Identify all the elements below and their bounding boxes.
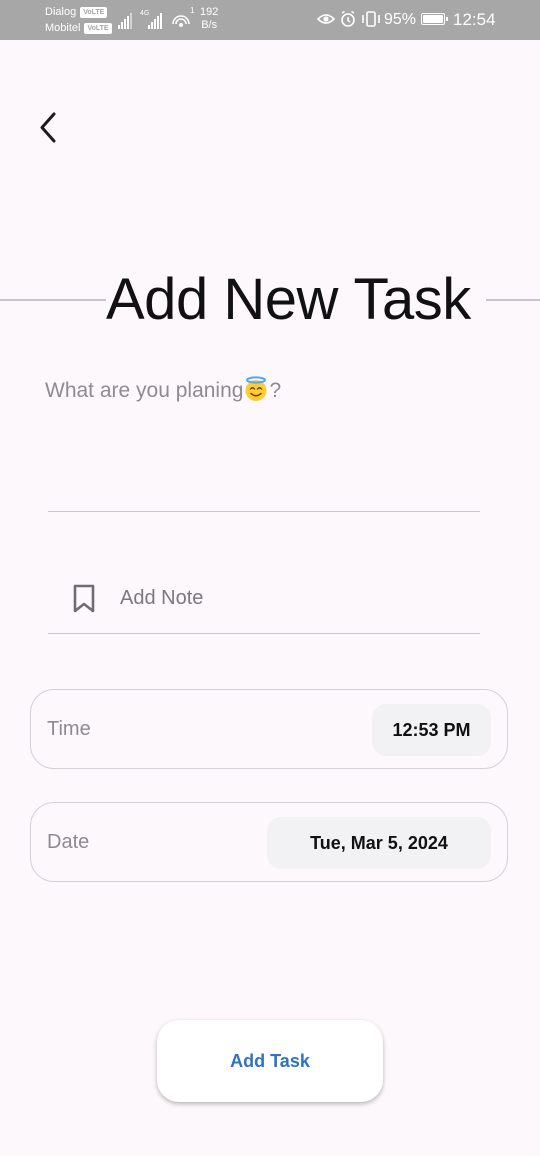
title-bold: Task <box>353 267 471 332</box>
battery-icon <box>421 13 448 25</box>
note-underline <box>48 633 480 634</box>
task-input-underline <box>48 511 480 512</box>
vibrate-icon <box>362 11 380 27</box>
chevron-left-icon <box>40 112 56 143</box>
status-bar: Dialog VoLTE Mobitel VoLTE 4G 1 192 B/s 95… <box>0 0 540 40</box>
date-picker-row: Date Tue, Mar 5, 2024 <box>30 802 508 882</box>
page-title-block: Add New Task <box>0 262 540 338</box>
carrier-2-name: Mobitel <box>45 22 81 34</box>
upload-count: 1 <box>190 6 195 15</box>
network-speed: 192 B/s <box>200 6 218 32</box>
carrier-info: Dialog VoLTE Mobitel VoLTE <box>45 4 112 36</box>
eye-comfort-icon <box>317 14 335 24</box>
volte-badge: VoLTE <box>80 6 108 18</box>
signal-icon <box>118 9 132 29</box>
speed-unit: B/s <box>201 19 218 31</box>
volte-badge: VoLTE <box>84 22 112 34</box>
time-label: Time <box>47 718 91 740</box>
time-picker-row: Time 12:53 PM <box>30 689 508 769</box>
alarm-icon <box>341 10 355 27</box>
clock-time: 12:54 <box>453 10 496 29</box>
carrier-1-name: Dialog <box>45 6 77 18</box>
back-button[interactable] <box>30 108 66 148</box>
add-task-button[interactable]: Add Task <box>157 1020 383 1102</box>
title-light: Add New <box>106 267 354 332</box>
date-label: Date <box>47 831 90 853</box>
title-divider-left <box>0 299 106 301</box>
add-note-field[interactable]: Add Note <box>48 574 480 624</box>
speed-value: 192 <box>200 6 219 18</box>
time-select-button[interactable]: 12:53 PM <box>372 704 491 756</box>
bookmark-icon <box>73 584 95 613</box>
add-note-label: Add Note <box>120 587 204 609</box>
title-divider-right <box>486 299 540 301</box>
signal-icon <box>148 9 162 29</box>
smiling-face-with-halo-icon <box>245 376 267 401</box>
task-title-input[interactable]: What are you planing ? <box>45 366 481 512</box>
page-title: Add New Task <box>106 262 471 338</box>
hotspot-icon <box>172 15 190 27</box>
placeholder-suffix: ? <box>269 379 282 402</box>
date-select-button[interactable]: Tue, Mar 5, 2024 <box>267 817 491 869</box>
battery-percent: 95% <box>384 11 417 28</box>
placeholder-text: What are you planing <box>45 379 244 402</box>
task-title-placeholder: What are you planing ? <box>45 376 281 403</box>
